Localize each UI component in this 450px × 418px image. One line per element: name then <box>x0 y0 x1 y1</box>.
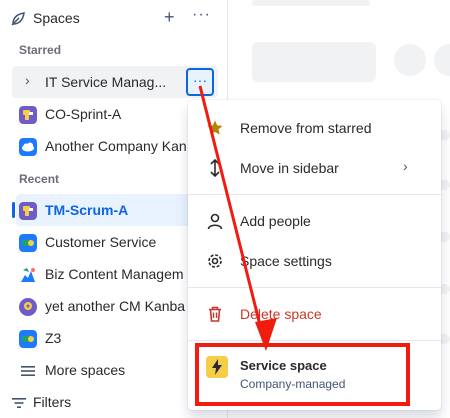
spaces-icon <box>11 12 25 26</box>
sidebar-title: Spaces <box>33 10 80 26</box>
service-avatar-icon <box>19 234 37 252</box>
menu-item-move-in-sidebar[interactable]: Move in sidebar › <box>188 148 441 188</box>
business-avatar-icon <box>19 266 37 284</box>
sidebar-item-label: yet another CM Kanba <box>45 298 186 314</box>
sidebar-item-label: Z3 <box>45 330 62 346</box>
project-avatar-icon <box>19 202 37 220</box>
menu-item-add-people[interactable]: Add people <box>188 201 441 241</box>
menu-item-label: Delete space <box>240 306 322 322</box>
sidebar-header: Spaces + ··· <box>0 0 228 36</box>
menu-divider <box>188 194 441 195</box>
sidebar-item-it-service[interactable]: › IT Service Manag... ··· <box>12 66 218 98</box>
skeleton-circle <box>394 44 426 76</box>
cloud-avatar-icon <box>19 138 37 156</box>
move-vertical-icon <box>210 159 220 177</box>
service-avatar-icon <box>19 330 37 348</box>
chevron-right-icon[interactable]: › <box>25 72 30 88</box>
menu-divider <box>188 287 441 288</box>
menu-item-label: Move in sidebar <box>240 160 339 176</box>
sidebar-item-label: TM-Scrum-A <box>45 202 129 218</box>
section-label-starred: Starred <box>19 43 62 57</box>
item-more-button[interactable]: ··· <box>186 68 214 96</box>
list-icon <box>21 366 35 376</box>
skeleton-block <box>252 42 376 82</box>
more-spaces-label: More spaces <box>45 362 126 378</box>
sidebar-item-label: Customer Service <box>45 234 157 250</box>
filters-label: Filters <box>33 394 72 410</box>
team-avatar-icon <box>19 298 37 316</box>
add-space-icon[interactable]: + <box>164 7 175 28</box>
menu-item-label: Add people <box>240 213 311 229</box>
menu-item-label: Space settings <box>240 253 332 269</box>
menu-item-remove-starred[interactable]: Remove from starred <box>188 108 441 148</box>
sidebar-item-label: Biz Content Managem <box>45 266 184 282</box>
sidebar-item-label: Another Company Kan <box>45 138 187 154</box>
star-icon <box>207 120 223 135</box>
filter-icon <box>12 398 26 408</box>
more-options-icon[interactable]: ··· <box>192 6 211 24</box>
project-avatar-icon <box>19 106 37 124</box>
menu-item-label: Remove from starred <box>240 120 372 136</box>
skeleton-circle <box>434 44 450 76</box>
sidebar-item-label: IT Service Manag... <box>45 74 167 90</box>
section-label-recent: Recent <box>19 172 60 186</box>
skeleton-block <box>252 0 370 6</box>
chevron-right-icon: › <box>403 158 408 174</box>
annotation-highlight-box <box>195 343 410 406</box>
menu-item-delete-space[interactable]: Delete space <box>188 294 441 334</box>
trash-icon <box>209 306 221 322</box>
menu-item-space-settings[interactable]: Space settings <box>188 241 441 281</box>
gear-icon <box>208 254 222 268</box>
menu-divider <box>188 340 441 341</box>
person-icon <box>207 213 223 230</box>
sidebar-item-label: CO-Sprint-A <box>45 106 122 122</box>
active-indicator <box>12 202 15 218</box>
